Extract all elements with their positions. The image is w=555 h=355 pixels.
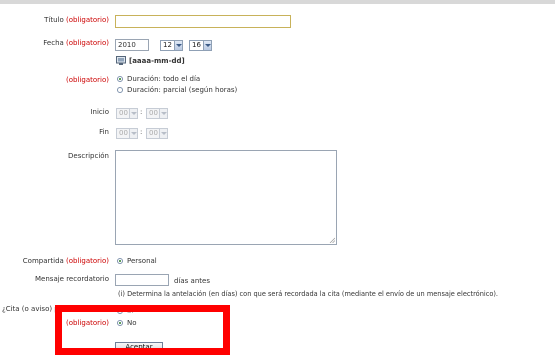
chevron-down-icon — [129, 109, 137, 118]
top-border — [0, 0, 555, 4]
inicio-label: Inicio — [90, 108, 109, 116]
chevron-down-icon — [159, 129, 167, 138]
descripcion-label: Descripción — [68, 152, 109, 160]
inicio-time-separator: : — [140, 108, 143, 116]
highlight-box — [55, 305, 230, 355]
compartida-label: Compartida (obligatorio) — [22, 257, 109, 265]
year-input[interactable]: 2010 — [115, 39, 149, 51]
inicio-minute-select[interactable]: 00 — [146, 108, 168, 119]
fin-time-separator: : — [140, 128, 143, 136]
option-personal: Personal — [127, 257, 157, 265]
duracion-required: (obligatorio) — [66, 76, 109, 84]
inicio-hour-select[interactable]: 00 — [116, 108, 138, 119]
option-todo-el-dia: Duración: todo el día — [127, 75, 201, 83]
chevron-down-icon — [159, 109, 167, 118]
chevron-down-icon — [174, 41, 182, 50]
radio-todo-el-dia[interactable] — [117, 76, 123, 82]
fecha-label: Fecha (obligatorio) — [43, 39, 109, 47]
fin-label: Fin — [99, 128, 109, 136]
radio-personal[interactable] — [117, 258, 123, 264]
resize-handle-icon[interactable] — [329, 237, 335, 243]
calendar-icon[interactable] — [116, 56, 126, 65]
recordatorio-help: (i) Determina la antelación (en días) co… — [118, 290, 499, 298]
month-select[interactable]: 12 — [160, 40, 183, 51]
recordatorio-input[interactable] — [115, 274, 169, 286]
fin-hour-select[interactable]: 00 — [116, 128, 138, 139]
titulo-label: Título (obligatorio) — [44, 16, 109, 24]
option-parcial: Duración: parcial (según horas) — [127, 86, 238, 94]
recordatorio-suffix: días antes — [174, 277, 210, 285]
titulo-input[interactable] — [115, 15, 291, 28]
day-select[interactable]: 16 — [189, 40, 212, 51]
radio-parcial[interactable] — [117, 87, 123, 93]
recordatorio-label: Mensaje recordatorio — [35, 275, 109, 283]
fin-minute-select[interactable]: 00 — [146, 128, 168, 139]
date-format-hint: [aaaa-mm-dd] — [129, 57, 185, 65]
descripcion-textarea[interactable] — [115, 150, 337, 245]
chevron-down-icon — [129, 129, 137, 138]
chevron-down-icon — [203, 41, 211, 50]
